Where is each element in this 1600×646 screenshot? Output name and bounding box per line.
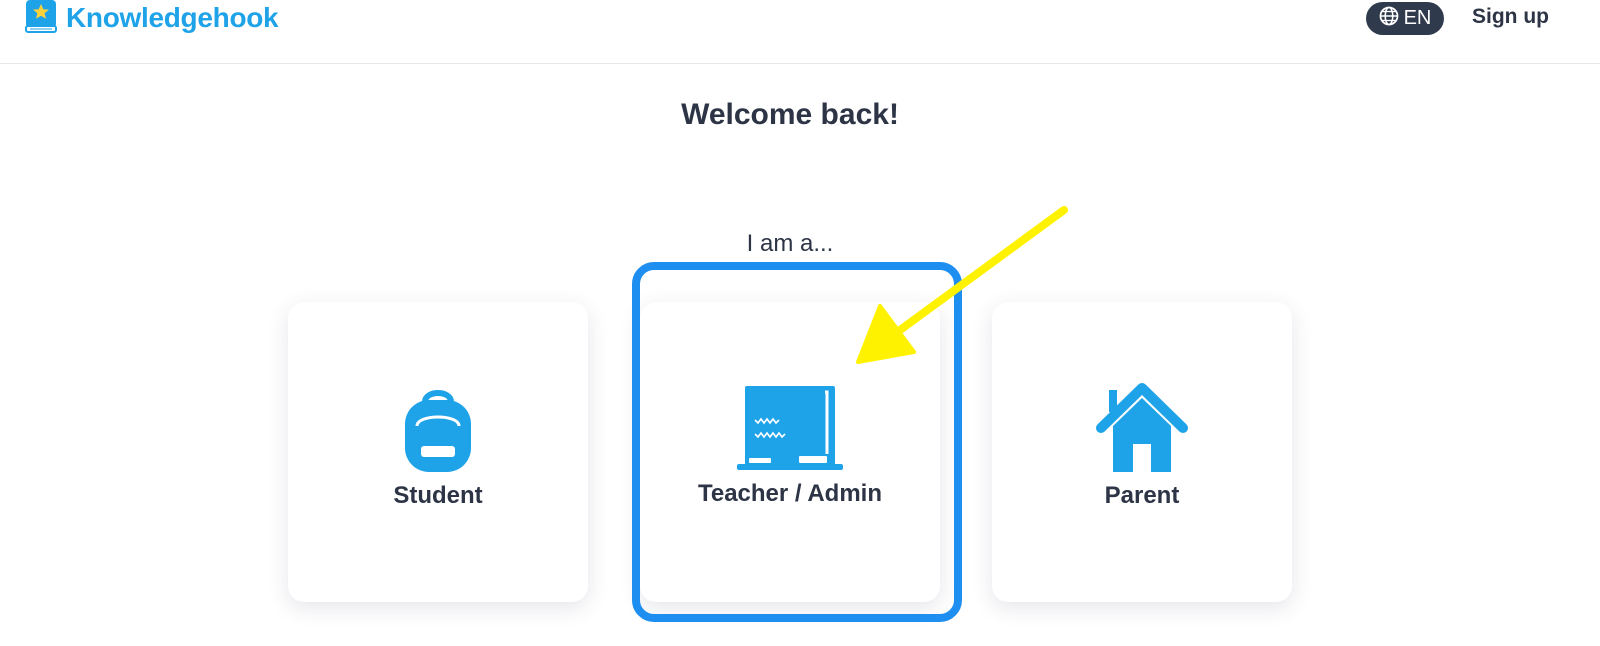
backpack-icon	[288, 384, 588, 472]
sign-up-link[interactable]: Sign up	[1472, 4, 1549, 30]
book-star-icon	[24, 0, 58, 39]
role-label-teacher-admin: Teacher / Admin	[697, 480, 883, 507]
role-card-student[interactable]: Student	[288, 302, 588, 602]
logo-text: Knowledgehook	[66, 2, 279, 33]
chalkboard-icon	[640, 384, 940, 472]
language-label: EN	[1403, 7, 1432, 29]
role-label-student: Student	[393, 482, 483, 509]
role-card-parent[interactable]: Parent	[992, 302, 1292, 602]
globe-icon	[1379, 6, 1399, 32]
logo[interactable]: Knowledgehook	[24, 0, 279, 39]
language-button[interactable]: EN	[1366, 2, 1444, 35]
page-title: Welcome back!	[0, 98, 1600, 132]
page-title-text: Welcome back!	[681, 98, 899, 131]
role-card-teacher-admin[interactable]: Teacher / Admin	[640, 302, 940, 602]
role-prompt-text: I am a...	[746, 230, 834, 257]
house-icon	[992, 382, 1292, 472]
role-prompt: I am a...	[0, 230, 1600, 258]
role-label-parent: Parent	[1104, 482, 1180, 509]
top-header: Knowledgehook EN Sign up	[0, 0, 1600, 64]
